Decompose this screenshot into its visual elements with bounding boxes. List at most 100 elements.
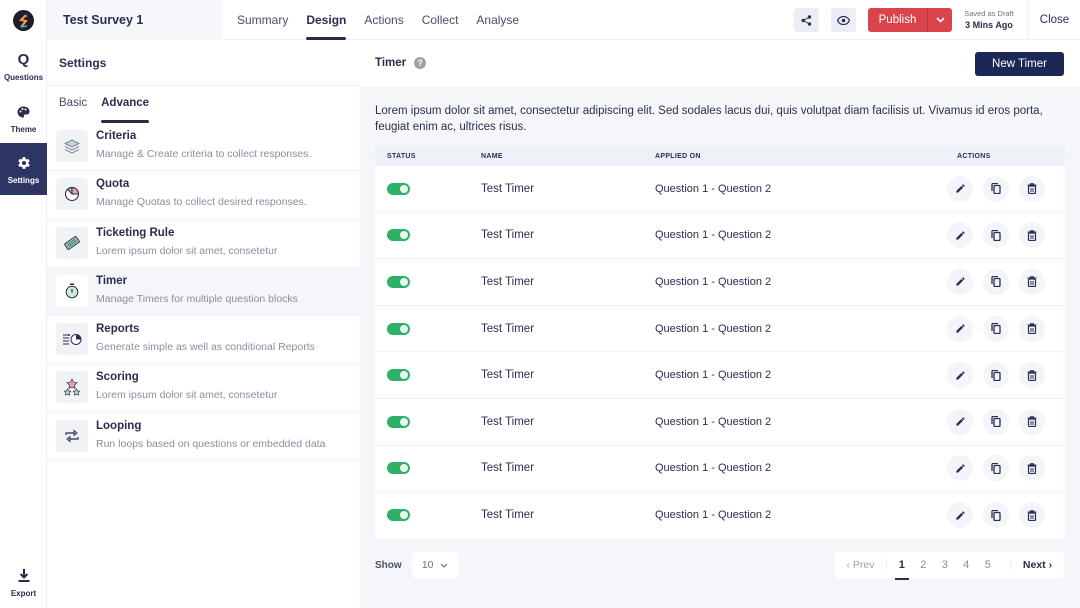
applied-on: Question 1 - Question 2	[655, 509, 772, 522]
rail-item-settings[interactable]: Settings	[0, 143, 52, 195]
duplicate-button[interactable]	[983, 455, 1009, 482]
rail-item-theme[interactable]: Theme	[0, 92, 47, 144]
table-row: Test Timer Question 1 - Question 2	[375, 213, 1065, 260]
status-cell	[375, 182, 481, 195]
app-logo[interactable]	[13, 10, 34, 31]
trash-icon	[1027, 276, 1037, 288]
share-button[interactable]	[794, 8, 819, 32]
status-toggle[interactable]	[387, 462, 410, 475]
option-timer[interactable]: Timer Manage Timers for multiple questio…	[47, 267, 360, 317]
duplicate-button[interactable]	[983, 268, 1009, 295]
page-4[interactable]: 4	[956, 559, 978, 571]
new-timer-button[interactable]: New Timer	[975, 52, 1064, 76]
column-applied-on: APPLIED ON	[655, 153, 701, 160]
status-toggle[interactable]	[387, 415, 410, 428]
page-size-select[interactable]: 10	[411, 552, 458, 578]
tab-actions[interactable]: Actions	[364, 0, 403, 40]
page-2[interactable]: 2	[913, 559, 935, 571]
delete-button[interactable]	[1019, 362, 1045, 389]
row-actions	[935, 268, 1065, 295]
rail-item-label: Questions	[3, 72, 44, 82]
duplicate-button[interactable]	[983, 502, 1009, 529]
status-toggle[interactable]	[387, 369, 410, 382]
status-toggle[interactable]	[387, 182, 410, 195]
tab-summary[interactable]: Summary	[237, 0, 288, 40]
applied-on: Question 1 - Question 2	[655, 275, 772, 288]
pagination: ‹ Prev 1 2 3 4 5 Next ›	[835, 552, 1064, 580]
status-toggle[interactable]	[387, 322, 410, 335]
option-criteria[interactable]: Criteria Manage & Create criteria to col…	[47, 123, 360, 172]
option-desc: Lorem ipsum dolor sit amet, consetetur	[96, 389, 278, 402]
delete-button[interactable]	[1019, 175, 1045, 202]
delete-button[interactable]	[1019, 408, 1045, 435]
page-5[interactable]: 5	[977, 559, 999, 571]
tab-collect[interactable]: Collect	[422, 0, 459, 40]
row-actions	[935, 408, 1065, 435]
option-quota[interactable]: Quota Manage Quotas to collect desired r…	[47, 171, 360, 220]
option-name: Quota	[96, 178, 130, 191]
delete-button[interactable]	[1019, 315, 1045, 342]
applied-on: Question 1 - Question 2	[655, 415, 772, 428]
publish-button[interactable]: Publish	[868, 8, 927, 32]
delete-button[interactable]	[1019, 222, 1045, 249]
subtab-advance[interactable]: Advance	[101, 97, 149, 123]
status-toggle[interactable]	[387, 509, 410, 522]
option-looping[interactable]: Looping Run loops based on questions or …	[47, 413, 360, 462]
duplicate-button[interactable]	[983, 222, 1009, 249]
status-toggle[interactable]	[387, 229, 410, 242]
delete-button[interactable]	[1019, 502, 1045, 529]
preview-button[interactable]	[831, 8, 856, 32]
rail-item-export[interactable]: Export	[0, 556, 47, 608]
trash-icon	[1027, 463, 1037, 474]
help-icon[interactable]: ?	[414, 57, 426, 69]
timer-table: STATUS NAME APPLIED ON ACTIONS Test Time…	[375, 147, 1065, 539]
option-name: Reports	[96, 323, 140, 336]
stars-icon	[56, 371, 88, 404]
edit-button[interactable]	[947, 455, 973, 482]
pencil-icon	[955, 370, 966, 381]
option-ticketing-rule[interactable]: Ticketing Rule Lorem ipsum dolor sit ame…	[47, 220, 360, 268]
download-icon	[18, 567, 30, 585]
delete-button[interactable]	[1019, 455, 1045, 482]
publish-button-group: Publish	[868, 8, 952, 32]
duplicate-button[interactable]	[983, 175, 1009, 202]
row-actions	[935, 362, 1065, 389]
page-title: Timer	[375, 57, 407, 69]
prev-page-button[interactable]: ‹ Prev	[835, 559, 887, 571]
option-scoring[interactable]: Scoring Lorem ipsum dolor sit amet, cons…	[47, 364, 360, 413]
option-name: Criteria	[96, 130, 137, 142]
duplicate-button[interactable]	[983, 315, 1009, 342]
option-desc: Manage & Create criteria to collect resp…	[96, 148, 312, 160]
next-page-button[interactable]: Next ›	[1010, 559, 1064, 571]
app-root: Q Questions Theme Settings Export Test S…	[0, 0, 1080, 608]
close-button[interactable]: Close	[1028, 0, 1080, 40]
edit-button[interactable]	[947, 222, 973, 249]
row-actions	[935, 502, 1065, 529]
page-3[interactable]: 3	[934, 559, 956, 571]
edit-button[interactable]	[947, 502, 973, 529]
subtab-basic[interactable]: Basic	[59, 97, 87, 123]
duplicate-button[interactable]	[983, 408, 1009, 435]
option-name: Timer	[96, 274, 128, 287]
page-1[interactable]: 1	[891, 559, 913, 580]
edit-button[interactable]	[947, 315, 973, 342]
rail-item-questions[interactable]: Q Questions	[0, 40, 47, 92]
tab-analyse[interactable]: Analyse	[476, 0, 519, 40]
tab-design[interactable]: Design	[306, 0, 347, 40]
publish-dropdown-button[interactable]	[927, 8, 952, 32]
table-header: STATUS NAME APPLIED ON ACTIONS	[375, 147, 1065, 166]
applied-on: Question 1 - Question 2	[655, 369, 772, 382]
applied-on: Question 1 - Question 2	[655, 462, 772, 475]
edit-button[interactable]	[947, 268, 973, 295]
duplicate-button[interactable]	[983, 362, 1009, 389]
edit-button[interactable]	[947, 175, 973, 202]
status-toggle[interactable]	[387, 275, 410, 288]
edit-button[interactable]	[947, 408, 973, 435]
status-cell	[375, 275, 481, 288]
option-reports[interactable]: Reports Generate simple as well as condi…	[47, 316, 360, 365]
delete-button[interactable]	[1019, 268, 1045, 295]
edit-button[interactable]	[947, 362, 973, 389]
option-name: Scoring	[96, 371, 139, 384]
status-cell	[375, 369, 481, 382]
description-text: Lorem ipsum dolor sit amet, consectetur …	[375, 105, 1043, 133]
